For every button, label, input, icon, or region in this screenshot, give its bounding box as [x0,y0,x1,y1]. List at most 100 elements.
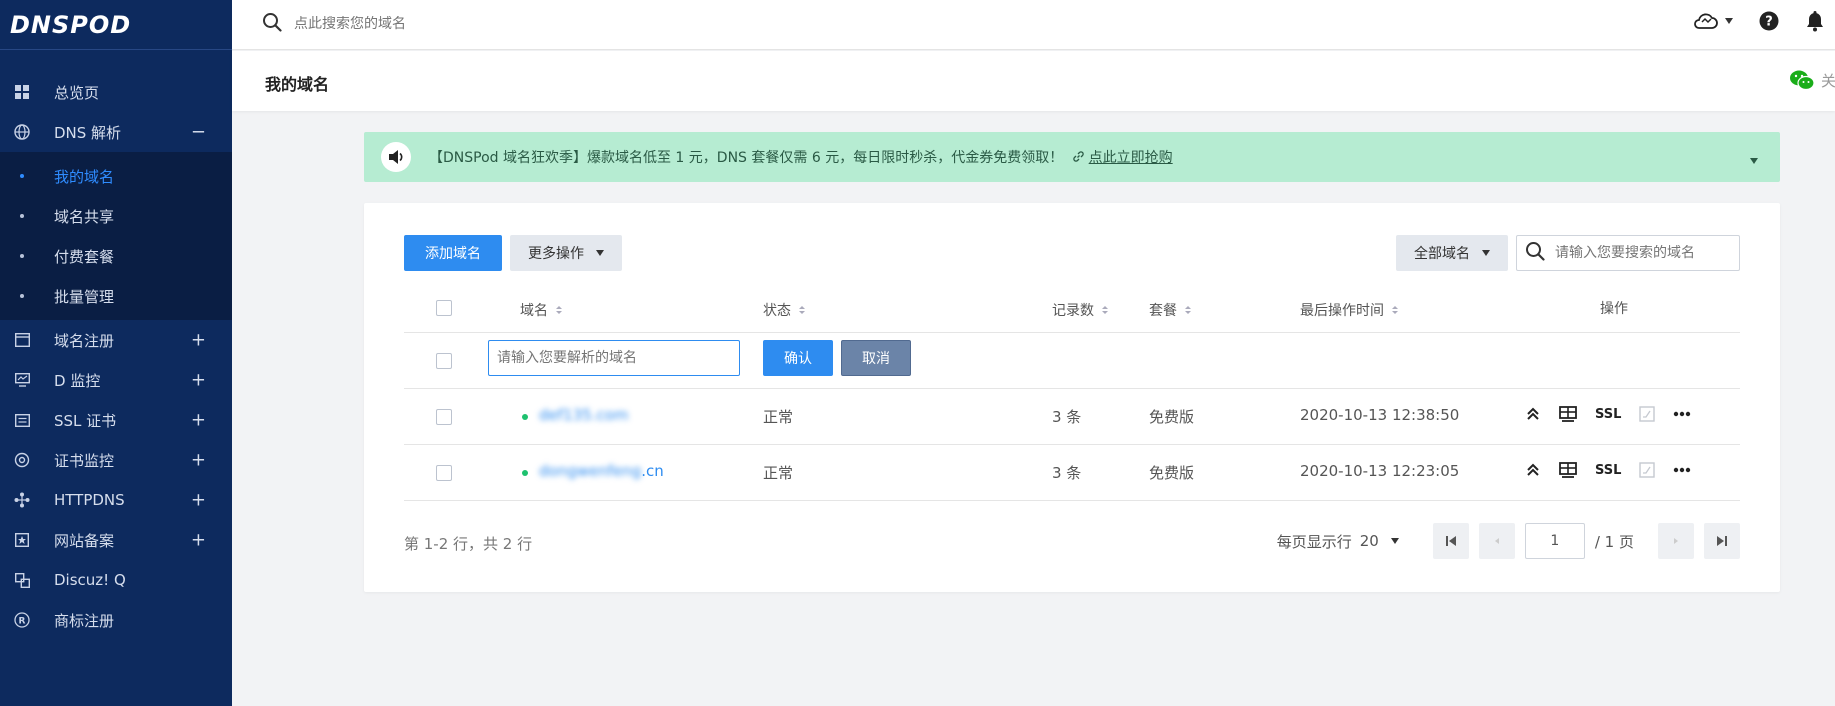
sort-icon[interactable] [556,306,562,314]
sidebar-item-d-monitor[interactable]: D 监控 + [0,360,232,400]
search-icon[interactable] [262,12,282,36]
sidebar-subitem-my-domains[interactable]: 我的域名 [0,156,232,196]
confirm-button[interactable]: 确认 [763,340,833,376]
svg-text:R: R [19,617,26,627]
row-checkbox[interactable] [436,465,452,481]
chevron-down-icon [1390,538,1399,544]
table-row[interactable]: def135 .com 正常 3 条 免费版 2020-10-13 12:38:… [404,389,1740,445]
cancel-button[interactable]: 取消 [841,340,911,376]
row-count-info: 第 1-2 行，共 2 行 [404,535,533,553]
expand-icon[interactable]: + [191,490,206,511]
select-all-checkbox[interactable] [436,300,452,316]
page-number-input[interactable] [1524,523,1585,559]
sidebar-item-ssl[interactable]: SSL 证书 + [0,400,232,440]
pin-top-icon[interactable] [1525,406,1541,422]
chevron-down-icon [1725,18,1733,24]
sidebar-subitem-batch[interactable]: 批量管理 [0,276,232,316]
discuz-icon [14,572,30,588]
search-icon[interactable] [1525,241,1545,265]
sort-icon[interactable] [1185,306,1191,314]
row-checkbox[interactable] [436,353,452,369]
more-icon[interactable] [1673,467,1691,473]
plan-cell: 免费版 [1149,408,1195,426]
sidebar-item-discuz[interactable]: Discuz! Q [0,560,232,600]
logo[interactable]: DNSPOD [0,0,232,50]
expand-icon[interactable]: + [191,370,206,391]
new-domain-input[interactable] [488,340,740,376]
table-row[interactable]: dongwenfeng .cn 正常 3 条 免费版 2020-10-13 12… [404,445,1740,501]
sidebar-item-overview[interactable]: 总览页 [0,72,232,112]
ssl-button[interactable]: SSL [1595,407,1621,422]
domain-search-input[interactable] [1555,245,1730,261]
expand-icon[interactable]: + [191,410,206,431]
sidebar-subitem-domain-share[interactable]: 域名共享 [0,196,232,236]
sort-icon[interactable] [799,306,805,314]
sidebar-subitem-label: 批量管理 [54,287,115,306]
sidebar-item-label: HTTPDNS [54,491,125,509]
grid-icon [14,84,30,100]
sidebar-item-cert-monitor[interactable]: 证书监控 + [0,440,232,480]
ssl-button[interactable]: SSL [1595,463,1621,478]
sort-icon[interactable] [1392,306,1398,314]
per-page-value: 20 [1359,532,1379,550]
first-page-button[interactable] [1432,523,1469,559]
registered-icon: R [14,612,30,628]
more-icon[interactable] [1673,411,1691,417]
dashboard-icon[interactable] [1559,462,1577,478]
page-header: 我的域名 关注 [232,51,1835,111]
column-plan[interactable]: 套餐 [1149,300,1191,320]
domain-name-link[interactable]: dongwenfeng .cn [539,462,664,480]
plan-cell: 免费版 [1149,464,1195,482]
sidebar-item-httpdns[interactable]: HTTPDNS + [0,480,232,520]
help-icon[interactable]: ? [1759,11,1779,31]
column-status[interactable]: 状态 [763,300,805,320]
row-actions: SSL [1525,462,1709,478]
column-last-op[interactable]: 最后操作时间 [1300,300,1398,320]
sidebar-item-dns[interactable]: DNS 解析 − [0,112,232,152]
chevron-down-icon [596,250,604,256]
sort-icon[interactable] [1102,306,1108,314]
sidebar-item-trademark[interactable]: R 商标注册 [0,600,232,640]
per-page-select[interactable]: 20 [1360,532,1399,550]
expand-icon[interactable]: + [191,450,206,471]
sidebar-item-icp[interactable]: 网站备案 + [0,520,232,560]
record-icon [14,532,30,548]
dns-subnav: 我的域名 域名共享 付费套餐 批量管理 [0,152,232,320]
top-icons: ? [1693,10,1835,32]
status-cell: 正常 [763,464,794,482]
note-icon[interactable] [1639,406,1656,422]
sidebar-item-domain-register[interactable]: 域名注册 + [0,320,232,360]
status-dot [522,414,528,420]
domain-name-link[interactable]: def135 .com [539,406,628,424]
add-domain-button[interactable]: 添加域名 [404,235,502,271]
banner-collapse-icon[interactable] [1750,150,1758,168]
chevron-down-icon [1482,250,1490,256]
banner-link[interactable]: 点此立即抢购 [1089,150,1173,166]
pin-top-icon[interactable] [1525,462,1541,478]
next-page-button[interactable] [1658,523,1694,559]
sidebar-item-label: 证书监控 [54,451,115,470]
collapse-icon[interactable]: − [191,122,206,143]
expand-icon[interactable]: + [191,330,206,351]
sidebar-subitem-paid-plans[interactable]: 付费套餐 [0,236,232,276]
sidebar-item-label: DNS 解析 [54,123,122,142]
last-page-button[interactable] [1704,523,1740,559]
bullet-icon [20,174,24,178]
cloud-menu[interactable] [1693,12,1733,30]
more-actions-button[interactable]: 更多操作 [510,235,622,271]
prev-page-button[interactable] [1478,523,1515,559]
column-last-op-label: 最后操作时间 [1300,303,1384,319]
global-search-input[interactable] [294,16,594,32]
total-pages: / 1 页 [1594,532,1634,551]
sidebar-item-label: 商标注册 [54,611,115,630]
domain-filter-dropdown[interactable]: 全部域名 [1396,235,1508,271]
column-records[interactable]: 记录数 [1052,300,1108,320]
dashboard-icon[interactable] [1559,406,1577,422]
note-icon[interactable] [1639,462,1656,478]
row-checkbox[interactable] [436,409,452,425]
promo-banner: 【DNSPod 域名狂欢季】爆款域名低至 1 元，DNS 套餐仅需 6 元，每日… [364,132,1780,182]
bell-icon[interactable] [1805,10,1825,32]
follow-wechat[interactable]: 关注 [1789,69,1835,91]
expand-icon[interactable]: + [191,530,206,551]
column-domain[interactable]: 域名 [520,300,562,320]
